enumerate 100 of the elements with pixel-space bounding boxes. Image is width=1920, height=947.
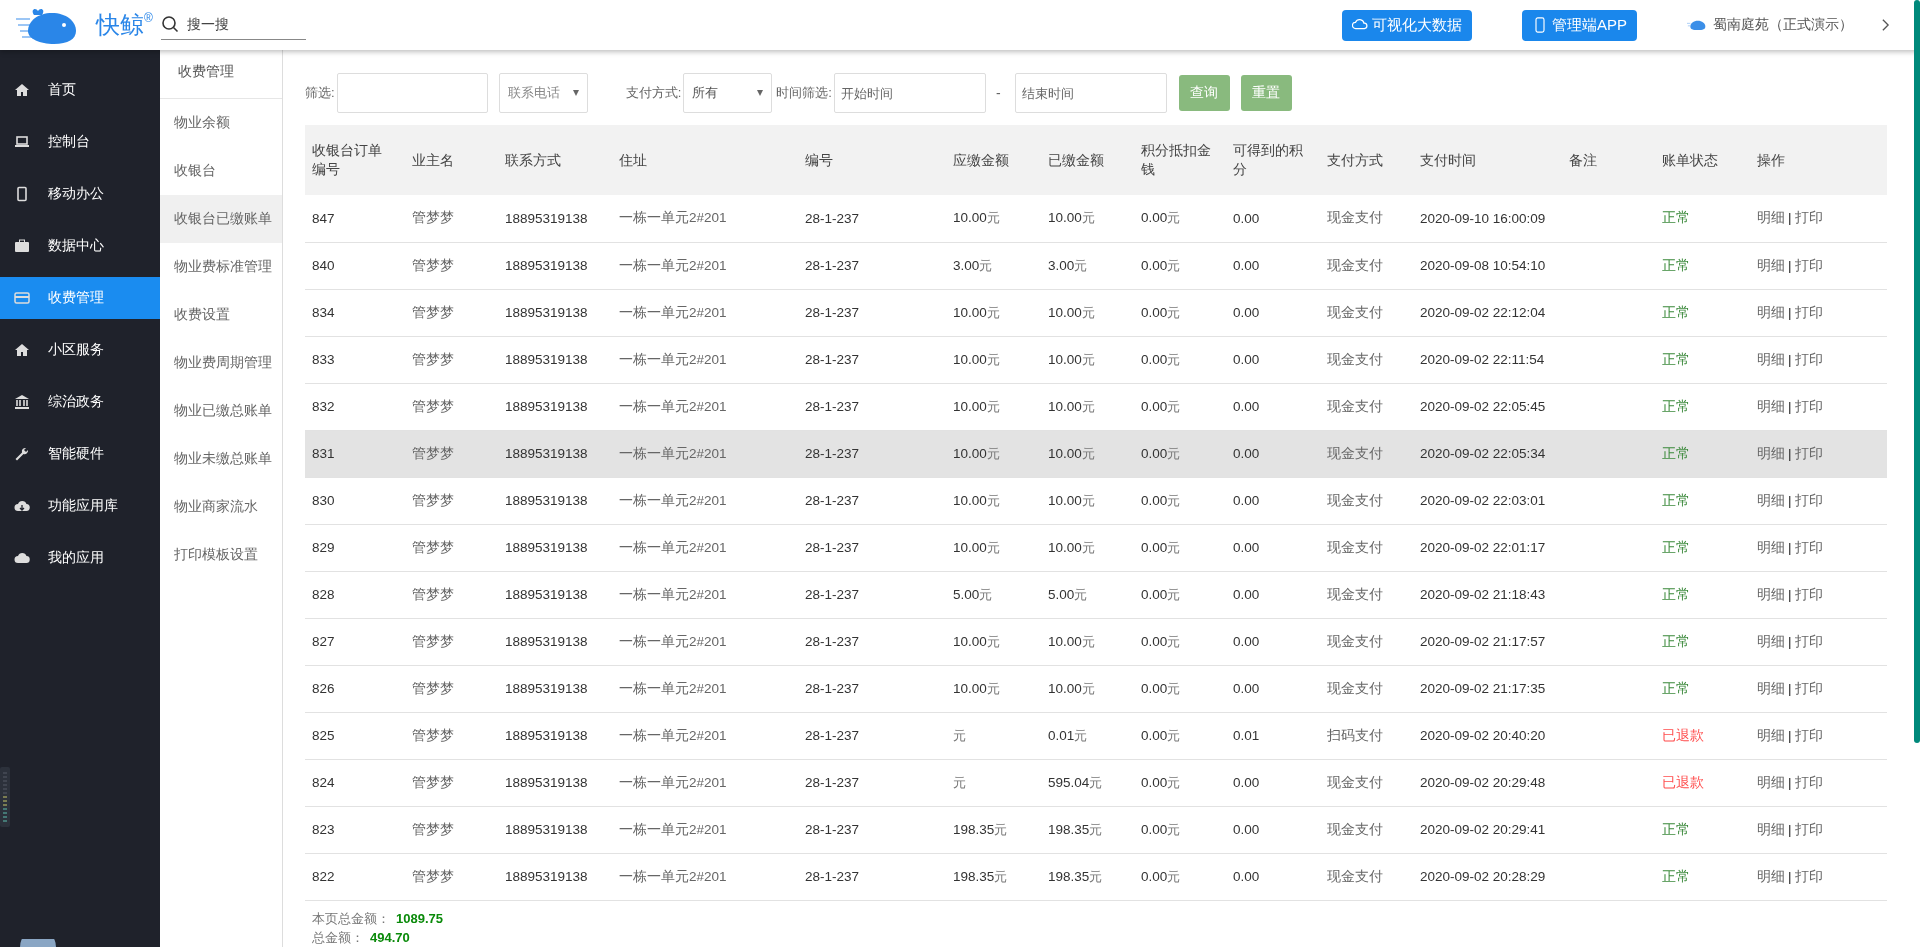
table-cell: 28-1-237	[798, 712, 946, 759]
print-link[interactable]: 打印	[1794, 445, 1823, 461]
download-icon	[14, 498, 30, 514]
search-icon	[160, 14, 179, 33]
top-button[interactable]: 管理端APP	[1522, 9, 1637, 41]
sub-nav-item[interactable]: 物业未缴总账单	[160, 435, 282, 483]
nav-item[interactable]: 智能硬件	[0, 433, 160, 475]
nav-item[interactable]: 功能应用库	[0, 485, 160, 527]
pay-method-select[interactable]: 所有	[683, 73, 773, 113]
start-time-input[interactable]: 开始时间	[833, 73, 986, 113]
print-link[interactable]: 打印	[1794, 304, 1823, 320]
table-cell: 0.00	[1226, 618, 1320, 665]
print-link[interactable]: 打印	[1794, 821, 1823, 837]
detail-link[interactable]: 明细	[1757, 586, 1785, 602]
detail-link[interactable]: 明细	[1757, 633, 1785, 649]
detail-link[interactable]: 明细	[1757, 539, 1785, 555]
detail-link[interactable]: 明细	[1757, 445, 1785, 461]
sub-nav-item[interactable]: 物业费标准管理	[160, 243, 282, 291]
table-row[interactable]: 840 管梦梦 18895319138 一栋一单元2#201 28-1-237 3.00元 3.00元 0.00元 0.00 现金支付 2020-09-08 10:54:10 正常 明细 | 打印	[305, 242, 1887, 289]
print-link[interactable]: 打印	[1794, 539, 1823, 555]
detail-link[interactable]: 明细	[1757, 821, 1785, 837]
table-cell: 管梦梦	[405, 383, 498, 430]
table-row[interactable]: 824 管梦梦 18895319138 一栋一单元2#201 28-1-237 元 595.04元 0.00元 0.00 现金支付 2020-09-02 20:29:48 已退款 明细 | 打印	[305, 759, 1887, 806]
column-header: 支付时间	[1413, 125, 1562, 195]
table-row[interactable]: 827 管梦梦 18895319138 一栋一单元2#201 28-1-237 10.00元 10.00元 0.00元 0.00 现金支付 2020-09-02 21:17:57 正常 明细 | 打印	[305, 618, 1887, 665]
nav-item[interactable]: 移动办公	[0, 173, 160, 215]
total-value: 494.70	[370, 929, 410, 945]
table-cell: 18895319138	[498, 712, 612, 759]
table-cell: 现金支付	[1320, 289, 1413, 336]
detail-link[interactable]: 明细	[1757, 492, 1785, 508]
detail-link[interactable]: 明细	[1757, 257, 1785, 273]
community-name[interactable]: 蜀南庭苑（正式演示）	[1713, 16, 1853, 34]
nav-item[interactable]: 控制台	[0, 121, 160, 163]
sub-nav-item[interactable]: 收银台已缴账单	[160, 195, 282, 243]
detail-link[interactable]: 明细	[1757, 304, 1785, 320]
field-select[interactable]: 联系电话	[498, 73, 588, 113]
print-link[interactable]: 打印	[1794, 868, 1823, 884]
table-cell: 10.00元	[1041, 618, 1134, 665]
table-row[interactable]: 847 管梦梦 18895319138 一栋一单元2#201 28-1-237 10.00元 10.00元 0.00元 0.00 现金支付 2020-09-10 16:00:09 正常 明细 | 打印	[305, 195, 1887, 242]
table-cell: 28-1-237	[798, 430, 946, 477]
print-link[interactable]: 打印	[1794, 774, 1823, 790]
scrollbar[interactable]	[1914, 0, 1920, 743]
status-text: 正常	[1655, 430, 1750, 477]
table-row[interactable]: 830 管梦梦 18895319138 一栋一单元2#201 28-1-237 10.00元 10.00元 0.00元 0.00 现金支付 2020-09-02 22:03:01 正常 明细 | 打印	[305, 477, 1887, 524]
total-value: 1089.75	[396, 910, 443, 926]
nav-item[interactable]: 小区服务	[0, 329, 160, 371]
table-cell: 2020-09-02 21:17:35	[1413, 665, 1562, 712]
filter-input[interactable]	[336, 73, 488, 113]
table-cell: 822	[305, 853, 405, 900]
detail-link[interactable]: 明细	[1757, 868, 1785, 884]
sub-nav-item[interactable]: 物业余额	[160, 99, 282, 147]
table-row[interactable]: 826 管梦梦 18895319138 一栋一单元2#201 28-1-237 10.00元 10.00元 0.00元 0.00 现金支付 2020-09-02 21:17:35 正常 明细 | 打印	[305, 665, 1887, 712]
table-row[interactable]: 825 管梦梦 18895319138 一栋一单元2#201 28-1-237 元 0.01元 0.00元 0.01 扫码支付 2020-09-02 20:40:20 已退款 明细 | 打印	[305, 712, 1887, 759]
print-link[interactable]: 打印	[1794, 257, 1823, 273]
detail-link[interactable]: 明细	[1757, 774, 1785, 790]
print-link[interactable]: 打印	[1794, 492, 1823, 508]
print-link[interactable]: 打印	[1794, 586, 1823, 602]
print-link[interactable]: 打印	[1794, 680, 1823, 696]
detail-link[interactable]: 明细	[1757, 351, 1785, 367]
print-link[interactable]: 打印	[1794, 633, 1823, 649]
chevron-right-icon[interactable]	[1881, 18, 1890, 32]
table-row[interactable]: 822 管梦梦 18895319138 一栋一单元2#201 28-1-237 198.35元 198.35元 0.00元 0.00 现金支付 2020-09-02 20:28:29 正常 明细 | 打印	[305, 853, 1887, 900]
print-link[interactable]: 打印	[1794, 210, 1823, 226]
table-cell: 5.00元	[1041, 571, 1134, 618]
sub-nav-item[interactable]: 物业费周期管理	[160, 339, 282, 387]
table-row[interactable]: 833 管梦梦 18895319138 一栋一单元2#201 28-1-237 10.00元 10.00元 0.00元 0.00 现金支付 2020-09-02 22:11:54 正常 明细 | 打印	[305, 336, 1887, 383]
sub-nav-item[interactable]: 打印模板设置	[160, 531, 282, 579]
table-row[interactable]: 828 管梦梦 18895319138 一栋一单元2#201 28-1-237 5.00元 5.00元 0.00元 0.00 现金支付 2020-09-02 21:18:43 正常 明细 | 打印	[305, 571, 1887, 618]
detail-link[interactable]: 明细	[1757, 398, 1785, 414]
sub-nav-item[interactable]: 收银台	[160, 147, 282, 195]
sub-nav-item[interactable]: 物业商家流水	[160, 483, 282, 531]
nav-item[interactable]: 数据中心	[0, 225, 160, 267]
print-link[interactable]: 打印	[1794, 727, 1823, 743]
table-cell: 一栋一单元2#201	[612, 712, 798, 759]
nav-item[interactable]: 收费管理	[0, 277, 160, 319]
table-cell: 828	[305, 571, 405, 618]
detail-link[interactable]: 明细	[1757, 727, 1785, 743]
nav-item[interactable]: 综治政务	[0, 381, 160, 423]
table-row[interactable]: 832 管梦梦 18895319138 一栋一单元2#201 28-1-237 10.00元 10.00元 0.00元 0.00 现金支付 2020-09-02 22:05:45 正常 明细 | 打印	[305, 383, 1887, 430]
table-row[interactable]: 831 管梦梦 18895319138 一栋一单元2#201 28-1-237 10.00元 10.00元 0.00元 0.00 现金支付 2020-09-02 22:05:34 正常 明细 | 打印	[305, 430, 1887, 477]
table-cell: 元	[946, 712, 1041, 759]
table-row[interactable]: 823 管梦梦 18895319138 一栋一单元2#201 28-1-237 198.35元 198.35元 0.00元 0.00 现金支付 2020-09-02 20:29:41 正常 明细 | 打印	[305, 806, 1887, 853]
table-cell: 0.00	[1226, 289, 1320, 336]
table-cell: 管梦梦	[405, 665, 498, 712]
nav-item[interactable]: 首页	[0, 69, 160, 111]
print-link[interactable]: 打印	[1794, 351, 1823, 367]
top-button[interactable]: 可视化大数据	[1342, 9, 1472, 41]
sub-nav-item[interactable]: 物业已缴总账单	[160, 387, 282, 435]
table-cell: 825	[305, 712, 405, 759]
detail-link[interactable]: 明细	[1757, 210, 1785, 226]
table-row[interactable]: 834 管梦梦 18895319138 一栋一单元2#201 28-1-237 10.00元 10.00元 0.00元 0.00 现金支付 2020-09-02 22:12:04 正常 明细 | 打印	[305, 289, 1887, 336]
nav-item[interactable]: 我的应用	[0, 537, 160, 579]
print-link[interactable]: 打印	[1794, 398, 1823, 414]
end-time-input[interactable]: 结束时间	[1014, 73, 1167, 113]
sub-nav-item[interactable]: 收费设置	[160, 291, 282, 339]
table-cell: 10.00元	[1041, 524, 1134, 571]
cloud-icon	[14, 550, 30, 566]
detail-link[interactable]: 明细	[1757, 680, 1785, 696]
table-cell: 28-1-237	[798, 665, 946, 712]
table-row[interactable]: 829 管梦梦 18895319138 一栋一单元2#201 28-1-237 10.00元 10.00元 0.00元 0.00 现金支付 2020-09-02 22:01:17 正常 明细 | 打印	[305, 524, 1887, 571]
